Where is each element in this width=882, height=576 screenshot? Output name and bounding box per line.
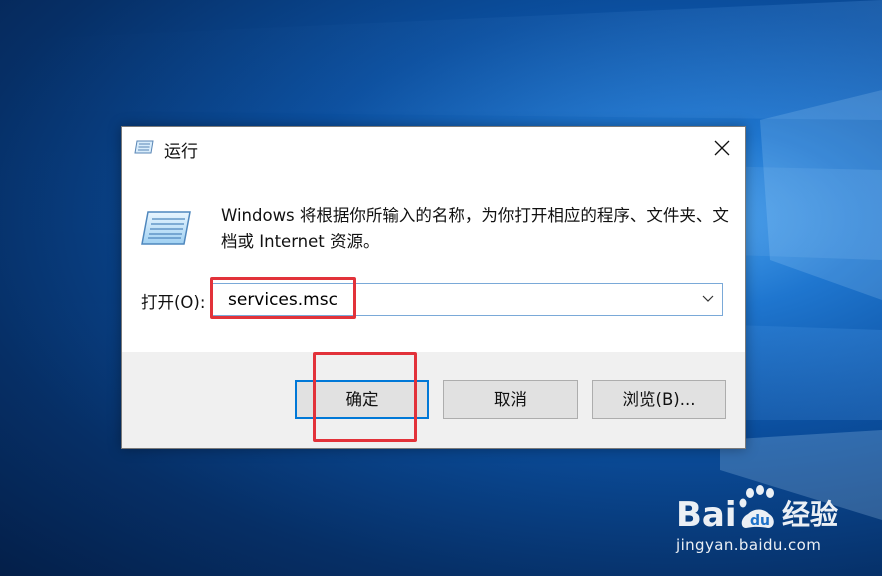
dialog-description: Windows 将根据你所输入的名称，为你打开相应的程序、文件夹、文档或 Int… [221,206,729,251]
open-label: 打开(O): [141,293,206,312]
svg-text:du: du [750,513,770,529]
svg-text:Bai: Bai [676,495,737,535]
chevron-down-icon[interactable] [702,295,714,303]
watermark-url: jingyan.baidu.com [676,536,822,554]
ok-button[interactable]: 确定 [295,380,429,419]
svg-text:经验: 经验 [782,498,838,531]
browse-button[interactable]: 浏览(B)... [592,380,726,419]
run-icon [141,211,191,245]
baidu-jingyan-logo: Bai du 经验 [676,485,838,535]
close-icon [714,140,730,156]
run-icon [134,140,154,154]
button-bar: 确定 取消 浏览(B)... [122,352,745,448]
close-button[interactable] [699,127,745,169]
dialog-title: 运行 [164,142,198,162]
run-dialog: 运行 Windows 将根据你所输入的名称，为你打开相应的程序、文件夹、文档或 … [121,126,746,449]
cancel-button[interactable]: 取消 [443,380,578,419]
title-bar[interactable]: 运行 [122,127,745,169]
command-input[interactable] [228,290,668,310]
command-combobox[interactable] [212,283,723,316]
